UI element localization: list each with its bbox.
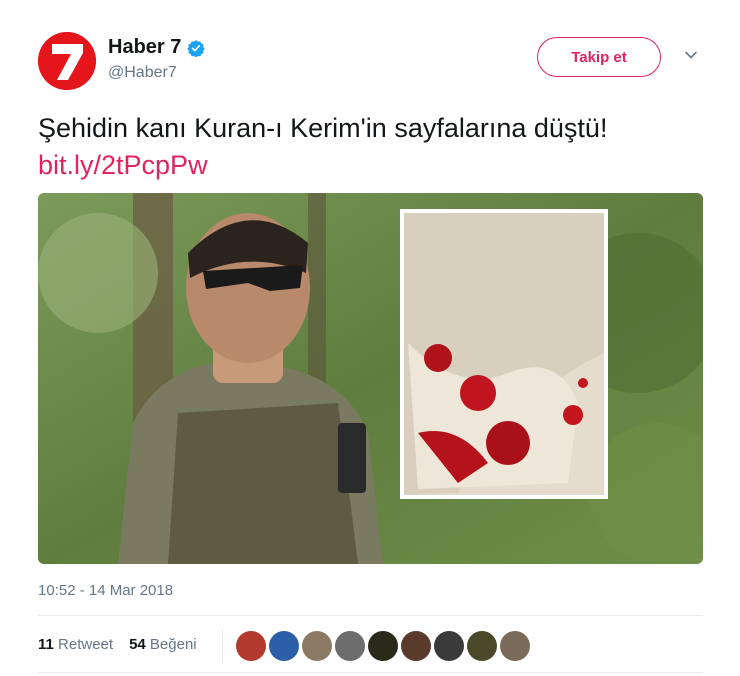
divider <box>38 615 703 616</box>
stats-separator <box>222 628 223 664</box>
liker-avatar-2[interactable] <box>269 631 299 661</box>
divider <box>38 672 703 673</box>
chevron-down-icon[interactable] <box>684 48 698 62</box>
account-handle[interactable]: @Haber7 <box>108 64 177 82</box>
like-count[interactable]: 54 Beğeni <box>129 636 197 653</box>
haber7-logo-icon[interactable] <box>38 32 96 90</box>
tweet-stats: 11 Retweet 54 Beğeni <box>38 636 197 653</box>
tweet-link[interactable]: bit.ly/2tPcpPw <box>38 150 208 180</box>
liker-avatar-1[interactable] <box>236 631 266 661</box>
retweet-count[interactable]: 11 Retweet <box>38 636 113 653</box>
verified-badge-icon <box>187 39 206 57</box>
liker-avatar-7[interactable] <box>434 631 464 661</box>
liker-avatar-9[interactable] <box>500 631 530 661</box>
follow-button[interactable]: Takip et <box>537 37 661 77</box>
tweet-timestamp[interactable]: 10:52 - 14 Mar 2018 <box>38 582 173 599</box>
tweet-body: Şehidin kanı Kuran-ı Kerim'in sayfaların… <box>38 113 608 143</box>
liker-avatar-8[interactable] <box>467 631 497 661</box>
liker-avatar-6[interactable] <box>401 631 431 661</box>
account-name[interactable]: Haber 7 <box>108 36 181 59</box>
liker-avatar-3[interactable] <box>302 631 332 661</box>
liker-avatars <box>236 631 530 661</box>
tweet-text: Şehidin kanı Kuran-ı Kerim'in sayfaların… <box>38 110 698 184</box>
account-name-row[interactable]: Haber 7 <box>108 36 206 59</box>
liker-avatar-5[interactable] <box>368 631 398 661</box>
tweet-photo[interactable] <box>38 193 703 564</box>
tweet-header: Haber 7 @Haber7 Takip et <box>38 32 718 92</box>
liker-avatar-4[interactable] <box>335 631 365 661</box>
